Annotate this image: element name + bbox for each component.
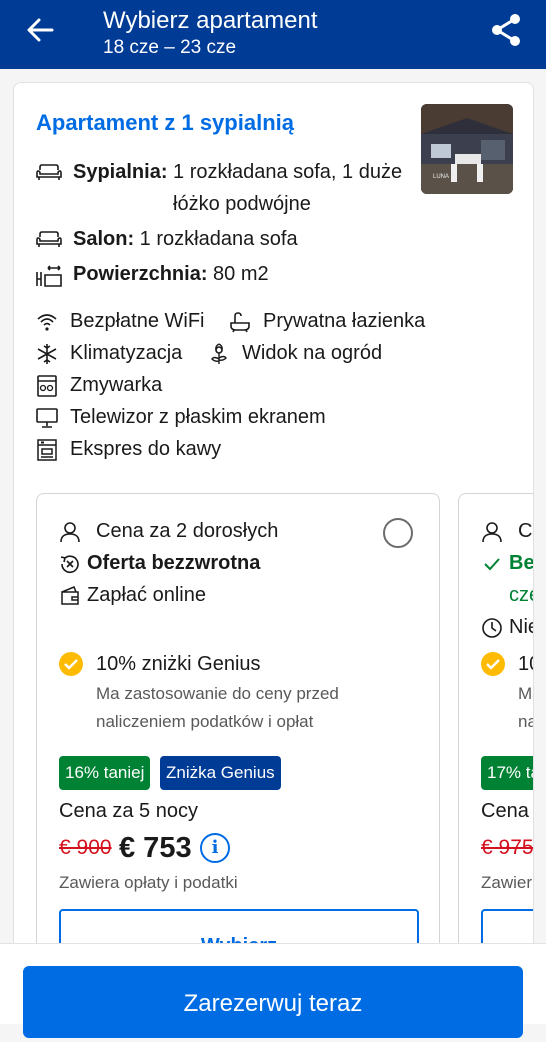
genius-badge: Zniżka Genius — [160, 756, 281, 790]
spec-value: 1 rozkładana sofa — [134, 228, 298, 250]
arrow-left-icon[interactable] — [24, 14, 56, 46]
genius-title: 10 — [518, 653, 533, 675]
amenity-label: Ekspres do kawy — [70, 438, 222, 460]
app-header: Wybierz apartament 18 cze – 23 cze — [0, 0, 546, 69]
payment-label: Zapłać online — [87, 584, 206, 606]
guests-label: Cena za 2 dorosłych — [96, 520, 279, 542]
genius-desc-line-2: naliczeniem podatków i opłat — [96, 712, 314, 731]
discount-badge: 17% ta — [481, 756, 533, 790]
amenity-label: Bezpłatne WiFi — [70, 310, 205, 332]
policy-label: Oferta bezzwrotna — [87, 552, 261, 574]
date-range: 18 cze – 23 cze — [103, 37, 237, 58]
spec-living-room: Salon: 1 rozkładana sofa — [36, 223, 421, 255]
rate-option-2[interactable]: Ce Be czę Nie 10 Ma na 17% ta Cena € 975… — [458, 493, 534, 961]
bathtub-icon — [230, 312, 250, 333]
sofa-icon — [36, 231, 62, 247]
new-price: € 753 — [119, 832, 192, 864]
share-icon[interactable] — [488, 12, 524, 48]
price-label: Cena za 5 nocy — [59, 800, 198, 822]
room-card: Apartament z 1 sypialnią LUNA Sypialnia:… — [13, 82, 534, 962]
spec-value-continued: łóżko podwójne — [173, 193, 311, 215]
person-icon — [60, 522, 80, 543]
guests-label: Ce — [518, 520, 533, 542]
clock-icon — [482, 618, 502, 638]
taxes-note: Zawiera opłaty i podatki — [59, 873, 238, 892]
old-price: € 975 — [481, 836, 534, 859]
spec-label: Powierzchnia: — [73, 263, 208, 285]
coffee-machine-icon — [37, 439, 57, 461]
taxes-note: Zawier — [481, 873, 533, 892]
spec-value: 1 rozkładana sofa, 1 duże — [167, 161, 403, 183]
discount-badge: 16% taniej — [59, 756, 151, 790]
amenity-label: Zmywarka — [70, 374, 163, 396]
genius-check-icon — [59, 652, 83, 676]
wifi-icon — [37, 314, 57, 331]
sofa-icon — [36, 164, 62, 180]
book-now-button[interactable]: Zarezerwuj teraz — [23, 966, 523, 1038]
spec-label: Sypialnia: — [73, 161, 168, 183]
genius-desc-line-2: na — [518, 712, 533, 731]
person-icon — [482, 522, 502, 543]
dishwasher-icon — [37, 375, 57, 397]
rate-radio[interactable] — [383, 518, 413, 548]
genius-desc-line-1: Ma — [518, 684, 533, 703]
page-title: Wybierz apartament — [103, 7, 318, 34]
time-label: Nie — [509, 616, 533, 638]
genius-title: 10% zniżki Genius — [96, 653, 261, 675]
spec-label: Salon: — [73, 228, 135, 250]
snowflake-icon — [37, 344, 57, 364]
area-icon — [36, 265, 62, 287]
amenity-label: Klimatyzacja — [70, 342, 183, 364]
amenity-label: Prywatna łazienka — [263, 310, 426, 332]
amenity-label: Widok na ogród — [242, 342, 383, 364]
spec-bedroom: Sypialnia: 1 rozkładana sofa, 1 duże łóż… — [36, 156, 421, 222]
amenity-label: Telewizor z płaskim ekranem — [70, 406, 326, 428]
price-label: Cena — [481, 800, 529, 822]
spec-value: 80 m2 — [207, 263, 269, 285]
policy-label-continued: czę — [509, 584, 533, 606]
genius-check-icon — [481, 652, 505, 676]
genius-desc-line-1: Ma zastosowanie do ceny przed — [96, 684, 339, 703]
flower-icon — [211, 343, 227, 364]
room-title[interactable]: Apartament z 1 sypialnią — [36, 110, 294, 136]
policy-label: Be — [509, 552, 534, 574]
bottom-bar: Zarezerwuj teraz — [0, 943, 546, 1038]
no-refund-icon — [60, 555, 79, 574]
tv-icon — [36, 408, 58, 428]
check-icon — [484, 558, 500, 571]
info-icon[interactable]: i — [200, 833, 230, 863]
spec-area: Powierzchnia: 80 m2 — [36, 258, 421, 290]
wallet-icon — [61, 586, 79, 605]
rate-option-1[interactable]: Cena za 2 dorosłych Oferta bezzwrotna Za… — [36, 493, 440, 961]
old-price: € 900 — [59, 836, 112, 859]
